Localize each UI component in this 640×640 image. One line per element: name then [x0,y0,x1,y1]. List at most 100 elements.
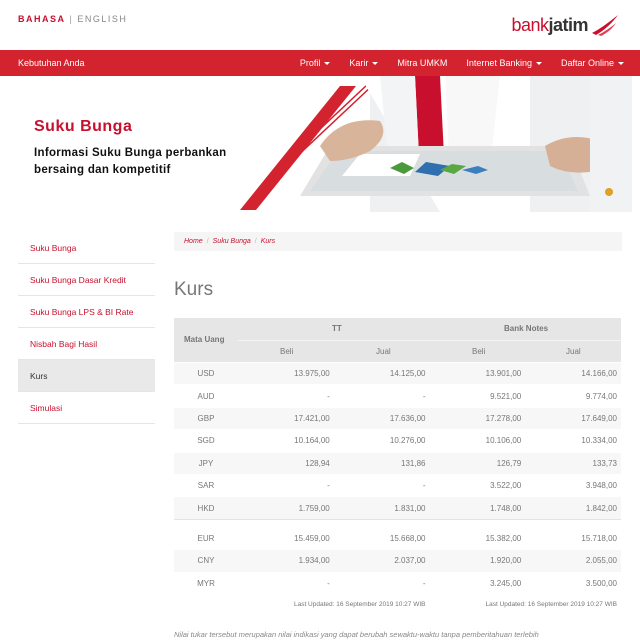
rate-value: 2.037,00 [394,556,426,566]
table-row: SAR - - 3.522,00 3.948,00 [174,473,621,496]
nav-item-karir[interactable]: Karir [349,58,379,68]
rate-value: 10.334,00 [581,436,617,446]
rate-value: 9.521,00 [490,391,522,401]
table-row: MYR - - 3.245,00 3.500,00 [174,571,621,594]
breadcrumb: Home / Suku Bunga / Kurs [174,232,622,251]
sidebar-item-kurs[interactable]: Kurs [18,360,155,392]
main-nav: Kebutuhan Anda Profil Karir Mitra UMKM I… [0,50,640,76]
currency-code: EUR [197,533,215,543]
exchange-rate-table: Mata Uang TT Bank Notes Beli Jual Beli J… [174,318,621,616]
rate-value: 17.649,00 [581,413,617,423]
rate-value: - [327,391,330,401]
rate-value: 3.948,00 [585,481,617,491]
header-bn-jual: Jual [566,347,581,356]
page-title: Kurs [174,279,214,300]
currency-code: SGD [197,436,215,446]
table-body-b: EUR 15.459,00 15.668,00 15.382,00 15.718,00 C… [174,526,621,594]
header-bn-beli: Beli [472,347,486,356]
rate-value: 10.276,00 [389,436,426,446]
lang-separator: | [69,14,74,24]
lang-english[interactable]: ENGLISH [77,14,127,24]
rate-value: 10.164,00 [294,436,330,446]
rate-value: 3.245,00 [490,578,522,588]
header-bank-notes: Bank Notes [504,324,549,333]
table-header: Mata Uang TT Bank Notes Beli Jual Beli J… [174,318,621,362]
table-row: HKD 1.759,00 1.831,00 1.748,00 1.842,00 [174,496,621,519]
rate-value: 131,86 [401,458,426,468]
last-updated-row: Last Updated: 16 September 2019 10:27 WI… [174,594,621,616]
disclaimer-note: Nilai tukar tersebut merupakan nilai ind… [174,630,539,639]
hero-tablet-image [240,76,632,212]
rate-value: 17.278,00 [485,413,522,423]
rate-value: 128,94 [305,458,330,468]
rate-value: 1.748,00 [490,503,522,513]
header-mata-uang: Mata Uang [184,335,225,344]
rate-value: 1.831,00 [394,503,426,513]
logo-wing-icon [592,15,618,36]
breadcrumb-home[interactable]: Home [184,238,203,245]
table-row: USD 13.975,00 14.125,00 13.901,00 14.166,00 [174,362,621,385]
currency-code: MYR [197,578,215,588]
rate-value: 14.125,00 [389,369,426,379]
rate-value: - [327,578,330,588]
nav-item-mitra-umkm[interactable]: Mitra UMKM [397,58,447,68]
rate-value: 15.382,00 [485,533,522,543]
sidebar-item-suku-bunga-lps-bi-rate[interactable]: Suku Bunga LPS & BI Rate [18,296,155,328]
header-tt: TT [332,324,342,333]
logo-text: bankjatim [511,14,588,35]
sidebar-item-simulasi[interactable]: Simulasi [18,392,155,424]
rate-value: 126,79 [496,458,522,468]
sidebar-item-nisbah-bagi-hasil[interactable]: Nisbah Bagi Hasil [18,328,155,360]
table-row: EUR 15.459,00 15.668,00 15.382,00 15.718,00 [174,526,621,549]
rate-value: 1.934,00 [298,556,330,566]
rate-value: 9.774,00 [585,391,617,401]
chevron-down-icon [372,62,379,66]
rate-value: 17.421,00 [294,413,330,423]
currency-code: CNY [197,556,215,566]
rate-value: - [422,481,426,491]
rate-value: 3.522,00 [490,481,522,491]
last-updated-bank-notes: Last Updated: 16 September 2019 10:27 WI… [485,601,617,609]
currency-code: USD [197,369,215,379]
hero-banner: Suku Bunga Informasi Suku Bunga perbanka… [0,76,640,216]
currency-code: AUD [197,391,215,401]
nav-menu: Profil Karir Mitra UMKM Internet Banking… [281,50,624,76]
table-row: GBP 17.421,00 17.636,00 17.278,00 17.649,00 [174,406,621,430]
currency-code: SAR [197,481,215,491]
top-bar: BAHASA | ENGLISH bankjatim [0,0,640,50]
chevron-down-icon [535,62,542,66]
bankjatim-logo[interactable]: bankjatim [511,10,620,40]
table-row: JPY 128,94 131,86 126,79 133,73 [174,451,621,474]
rate-value: 2.055,00 [585,556,617,566]
rate-value: - [422,578,426,588]
header-tt-jual: Jual [376,347,391,356]
chevron-down-icon [324,62,331,66]
rate-value: 15.668,00 [389,533,426,543]
hero-title: Suku Bunga [34,118,133,135]
rate-value: 13.901,00 [485,369,522,379]
table-body-a: USD 13.975,00 14.125,00 13.901,00 14.166,00 A… [174,362,621,519]
language-switcher: BAHASA | ENGLISH [18,14,127,24]
header-tt-beli: Beli [280,347,294,356]
currency-code: HKD [197,503,215,513]
table-row: SGD 10.164,00 10.276,00 10.106,00 10.334,00 [174,429,621,451]
rate-value: - [422,391,426,401]
breadcrumb-suku-bunga[interactable]: Suku Bunga [213,238,251,245]
sidebar-item-suku-bunga[interactable]: Suku Bunga [18,232,155,264]
breadcrumb-kurs[interactable]: Kurs [261,238,275,245]
rate-value: 133,73 [592,458,617,468]
rate-value: - [327,481,330,491]
rate-value: 15.718,00 [581,533,617,543]
table-row: CNY 1.934,00 2.037,00 1.920,00 2.055,00 [174,549,621,572]
rate-value: 15.459,00 [294,533,330,543]
rate-value: 1.759,00 [298,503,330,513]
last-updated-tt: Last Updated: 16 September 2019 10:27 WI… [293,601,426,609]
lang-bahasa[interactable]: BAHASA [18,14,66,24]
sidebar-item-suku-bunga-dasar-kredit[interactable]: Suku Bunga Dasar Kredit [18,264,155,296]
nav-item-internet-banking[interactable]: Internet Banking [466,58,542,68]
rate-value: 14.166,00 [581,369,617,379]
nav-item-profil[interactable]: Profil [300,58,331,68]
nav-kebutuhan-anda[interactable]: Kebutuhan Anda [18,58,85,68]
nav-item-daftar-online[interactable]: Daftar Online [561,58,624,68]
hero-subtitle: Informasi Suku Bunga perbankan bersaing … [34,147,227,176]
